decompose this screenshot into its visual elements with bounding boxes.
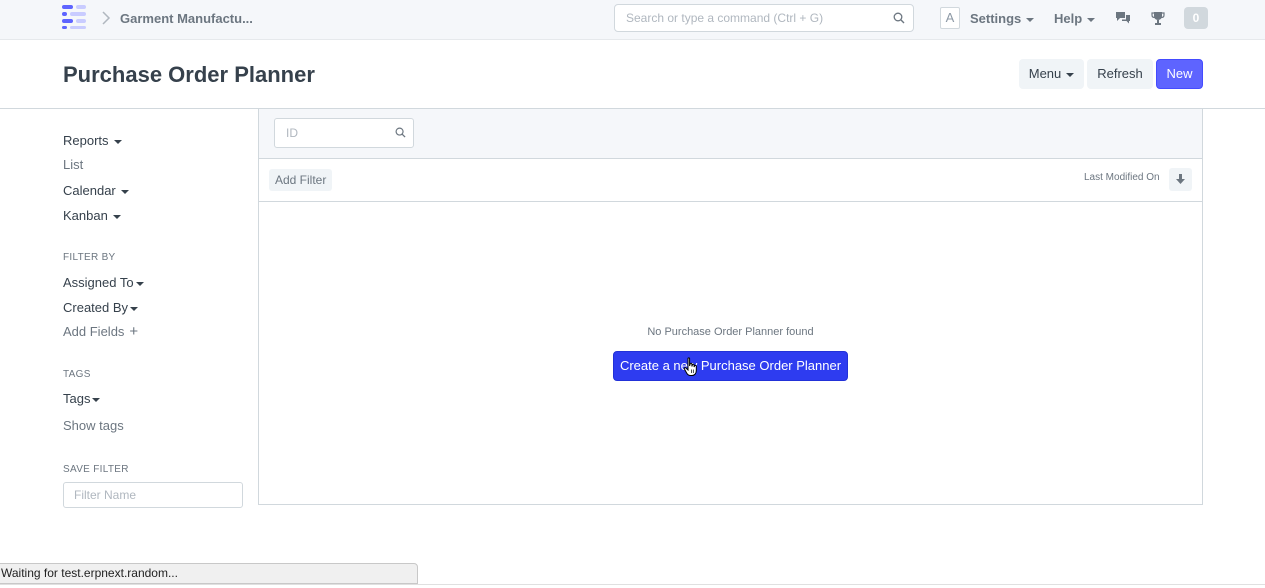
hand-cursor-icon (683, 357, 697, 376)
caret-down-icon (120, 189, 129, 194)
show-tags-link[interactable]: Show tags (63, 418, 124, 433)
create-new-button[interactable]: Create a new Purchase Order Planner (613, 351, 848, 381)
empty-state-message: No Purchase Order Planner found (647, 326, 814, 338)
refresh-button[interactable]: Refresh (1087, 59, 1153, 89)
trophy-icon[interactable] (1150, 10, 1166, 26)
add-fields-link[interactable]: Add Fields + (63, 324, 138, 339)
sidebar-item-list[interactable]: List (63, 157, 83, 172)
caret-down-icon (135, 281, 144, 286)
page-title: Purchase Order Planner (63, 62, 315, 87)
tags-label: Tags (63, 391, 91, 406)
sort-selector[interactable]: Last Modified On (1084, 172, 1160, 183)
menu-button-label: Menu (1028, 66, 1062, 81)
caret-down-icon (92, 397, 101, 402)
assigned-to-label: Assigned To (63, 275, 134, 290)
navbar: Garment Manufactu... A Settings Help 0 (0, 0, 1265, 40)
id-filter-input[interactable] (275, 119, 393, 147)
sidebar-item-label: List (63, 157, 84, 172)
sidebar-item-label: Kanban (63, 208, 108, 223)
search-input[interactable] (615, 5, 885, 31)
standard-filter-area (259, 109, 1202, 159)
filter-row: Add Filter Last Modified On (259, 159, 1202, 202)
bottom-divider (0, 584, 1265, 585)
tags-dropdown[interactable]: Tags (63, 391, 101, 406)
menu-button[interactable]: Menu (1019, 59, 1084, 89)
caret-down-icon (113, 139, 122, 144)
search-icon (893, 12, 905, 24)
sidebar-item-label: Calendar (63, 183, 116, 198)
created-by-label: Created By (63, 300, 129, 315)
id-filter[interactable] (274, 118, 414, 148)
save-filter-heading: SAVE FILTER (63, 464, 129, 475)
plus-icon: + (129, 323, 139, 340)
help-dropdown[interactable]: Help (1054, 11, 1096, 26)
chat-icon[interactable] (1115, 10, 1131, 26)
chevron-right-icon (102, 11, 111, 25)
search-icon (395, 127, 406, 138)
sort-order-button[interactable] (1169, 168, 1192, 191)
page-head: Purchase Order Planner Menu Refresh New (0, 40, 1265, 109)
help-label: Help (1054, 11, 1083, 26)
sidebar-item-kanban[interactable]: Kanban (63, 208, 121, 223)
browser-status-bar: Waiting for test.erpnext.random... (0, 563, 418, 584)
settings-dropdown[interactable]: Settings (970, 11, 1035, 26)
app-logo-icon[interactable] (62, 5, 88, 29)
filter-by-heading: FILTER BY (63, 252, 116, 263)
settings-label: Settings (970, 11, 1022, 26)
sidebar-item-calendar[interactable]: Calendar (63, 183, 129, 198)
caret-down-icon (130, 306, 139, 311)
sort-descending-icon (1176, 174, 1185, 184)
breadcrumb[interactable]: Garment Manufactu... (120, 11, 253, 26)
tags-heading: TAGS (63, 369, 91, 380)
new-button[interactable]: New (1156, 59, 1203, 89)
filter-name-input[interactable] (63, 482, 243, 508)
caret-down-icon (1026, 17, 1035, 22)
add-filter-button[interactable]: Add Filter (269, 169, 333, 191)
add-fields-label: Add Fields (63, 324, 125, 339)
created-by-dropdown[interactable]: Created By (63, 300, 139, 315)
caret-down-icon (1066, 72, 1075, 77)
awesomebar-search[interactable] (614, 4, 914, 32)
notification-badge[interactable]: 0 (1184, 7, 1208, 29)
sidebar-item-label: Reports (63, 133, 109, 148)
sidebar-item-reports[interactable]: Reports (63, 133, 122, 148)
caret-down-icon (112, 214, 121, 219)
assigned-to-dropdown[interactable]: Assigned To (63, 275, 144, 290)
list-frame: Add Filter Last Modified On No Purchase … (258, 108, 1203, 505)
caret-down-icon (1087, 17, 1096, 22)
user-avatar[interactable]: A (940, 7, 960, 29)
